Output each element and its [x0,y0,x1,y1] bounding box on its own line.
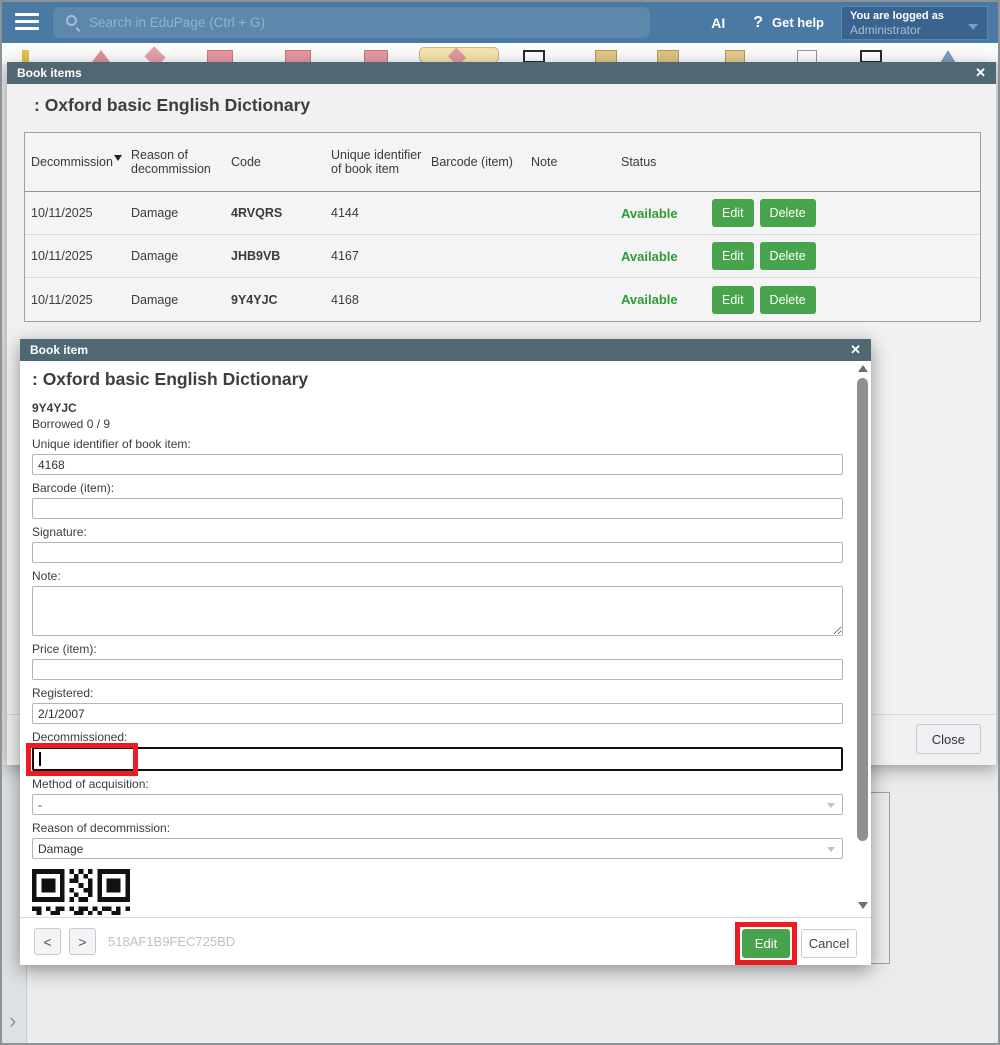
status-badge: Available [615,249,700,264]
reason-of-decommission-value: Damage [38,842,83,856]
book-title: : Oxford basic English Dictionary [32,369,843,390]
search-input[interactable] [87,7,637,38]
scroll-up-icon[interactable] [858,365,868,372]
table-header-row: Decommissioned Reason of decommission Co… [25,133,980,192]
unique-identifier-input[interactable] [32,454,843,475]
barcode-input[interactable] [32,498,843,519]
method-of-acquisition-select[interactable]: - [32,794,843,815]
price-label: Price (item): [32,642,843,656]
reason-of-decommission-select[interactable]: Damage [32,838,843,859]
price-input[interactable] [32,659,843,680]
edit-button[interactable]: Edit [712,286,754,314]
column-header-decommissioned[interactable]: Decommissioned [25,155,125,169]
signature-label: Signature: [32,525,843,539]
table-row: 10/11/2025 Damage 9Y4YJC 4168 Available … [25,278,980,321]
expand-sidebar-chevron-icon[interactable]: › [9,1011,16,1031]
cell-unique-identifier: 4167 [325,249,425,263]
book-item-modal: Book item ✕ : Oxford basic English Dicti… [20,339,871,965]
ai-button[interactable]: AI [711,15,725,31]
cell-code: JHB9VB [225,249,325,263]
note-textarea[interactable] [32,586,843,636]
previous-item-button[interactable]: < [34,928,61,955]
book-title: : Oxford basic English Dictionary [34,95,310,116]
cell-decommissioned: 10/11/2025 [25,293,125,307]
cell-reason: Damage [125,249,225,263]
decommissioned-label: Decommissioned: [32,730,843,744]
signature-input[interactable] [32,542,843,563]
toolbar-icon [92,50,110,62]
barcode-label: Barcode (item): [32,481,843,495]
book-item-modal-header: Book item ✕ [20,339,871,361]
chevron-down-icon [827,803,835,808]
delete-button[interactable]: Delete [760,242,816,270]
column-header-status[interactable]: Status [615,155,700,169]
scroll-down-icon[interactable] [858,902,868,909]
scrollbar-thumb[interactable] [857,378,868,841]
close-button[interactable]: Close [916,724,981,754]
status-badge: Available [615,292,700,307]
cell-reason: Damage [125,293,225,307]
registered-label: Registered: [32,686,843,700]
sort-desc-icon [114,155,122,161]
logged-in-user-menu[interactable]: You are logged as Administrator [841,6,988,40]
book-item-form: : Oxford basic English Dictionary 9Y4YJC… [20,361,871,917]
reason-of-decommission-label: Reason of decommission: [32,821,843,835]
global-search [53,7,650,38]
delete-button[interactable]: Delete [760,199,816,227]
get-help-button[interactable]: Get help [772,15,824,30]
modal-scrollbar [856,365,869,909]
cell-decommissioned: 10/11/2025 [25,206,125,220]
cell-decommissioned: 10/11/2025 [25,249,125,263]
note-label: Note: [32,569,843,583]
edit-button[interactable]: Edit [742,929,790,958]
help-question-icon[interactable]: ? [753,14,763,32]
column-header-unique-identifier[interactable]: Unique identifier of book item [325,148,425,176]
cell-code: 9Y4YJC [225,293,325,307]
record-id: 518AF1B9FEC725BD [108,934,235,949]
cell-code: 4RVQRS [225,206,325,220]
column-header-note[interactable]: Note [525,155,615,169]
qr-code-image [32,869,130,915]
column-header-code[interactable]: Code [225,155,325,169]
decommissioned-input[interactable] [32,747,843,771]
registered-input[interactable] [32,703,843,724]
text-cursor [39,752,41,766]
book-item-modal-footer: < > 518AF1B9FEC725BD Edit Cancel [20,917,871,965]
item-code: 9Y4YJC [32,401,843,415]
close-icon[interactable]: ✕ [850,342,861,358]
edit-button[interactable]: Edit [712,199,754,227]
unique-identifier-label: Unique identifier of book item: [32,437,202,451]
top-bar: AI ? Get help You are logged as Administ… [2,2,998,43]
search-icon [66,15,77,26]
edit-button[interactable]: Edit [712,242,754,270]
book-item-modal-title: Book item [30,343,88,357]
edupage-screen: AI ? Get help You are logged as Administ… [0,0,1000,1045]
delete-button[interactable]: Delete [760,286,816,314]
chevron-down-icon [968,24,978,30]
book-items-modal-title: Book items [17,66,82,80]
close-icon[interactable]: ✕ [975,65,986,81]
next-item-button[interactable]: > [69,928,96,955]
user-name: Administrator [850,23,979,37]
book-items-modal-header: Book items ✕ [7,62,996,84]
logged-as-label: You are logged as [850,10,979,22]
cell-unique-identifier: 4168 [325,293,425,307]
hamburger-menu-icon[interactable] [15,13,39,32]
column-header-barcode[interactable]: Barcode (item) [425,155,525,169]
cell-reason: Damage [125,206,225,220]
table-row: 10/11/2025 Damage JHB9VB 4167 Available … [25,235,980,278]
annotation-highlight-edit: Edit [735,922,797,965]
cancel-button[interactable]: Cancel [801,929,857,958]
method-of-acquisition-value: - [38,798,42,812]
background-toolbar [2,43,998,64]
status-badge: Available [615,206,700,221]
book-items-table: Decommissioned Reason of decommission Co… [24,132,981,322]
method-of-acquisition-label: Method of acquisition: [32,777,843,791]
table-row: 10/11/2025 Damage 4RVQRS 4144 Available … [25,192,980,235]
borrowed-count: Borrowed 0 / 9 [32,417,843,431]
chevron-down-icon [827,847,835,852]
cell-unique-identifier: 4144 [325,206,425,220]
column-header-reason[interactable]: Reason of decommission [125,148,225,176]
